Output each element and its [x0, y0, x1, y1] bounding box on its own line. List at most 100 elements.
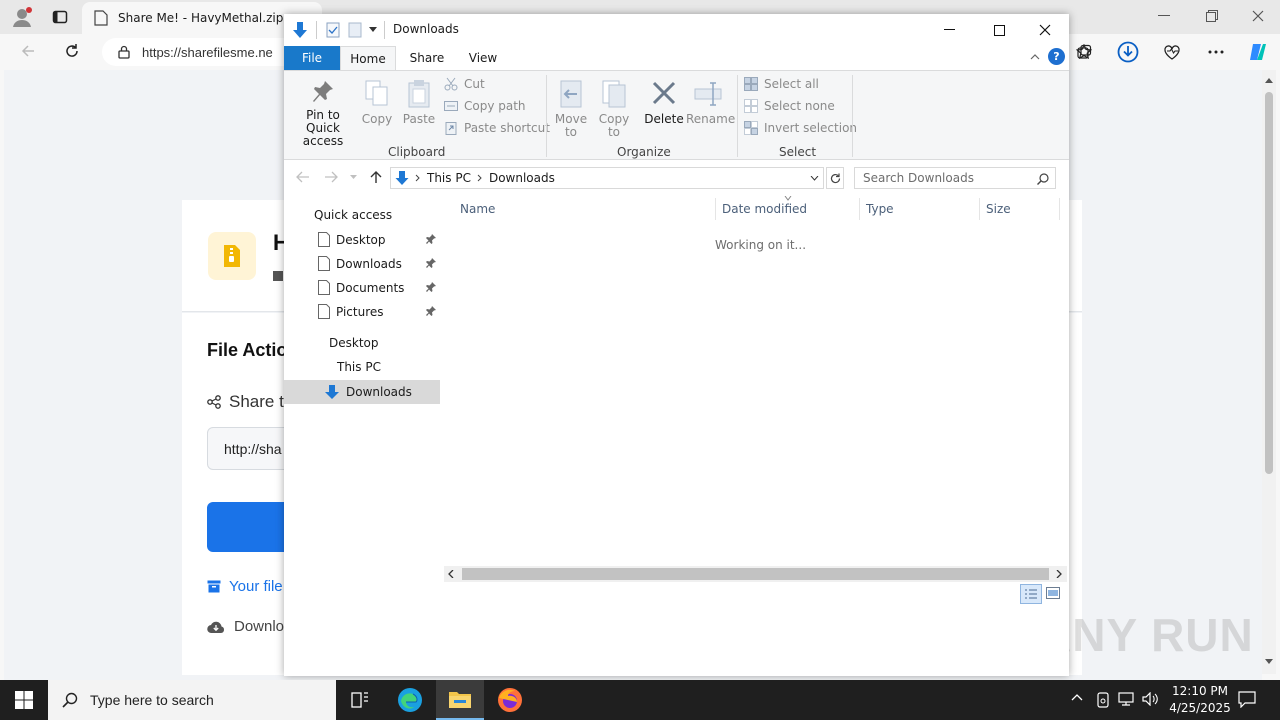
- paste-button[interactable]: Paste: [400, 79, 438, 126]
- copilot-icon[interactable]: [1244, 38, 1272, 66]
- browser-restore-icon[interactable]: [1200, 8, 1224, 24]
- hscroll-right-icon[interactable]: [1056, 570, 1062, 578]
- refresh-path-icon[interactable]: [826, 167, 844, 189]
- task-view-button[interactable]: [336, 680, 384, 720]
- explorer-title-bar: Downloads: [284, 14, 1069, 46]
- file-actions-heading: File Actio: [207, 340, 288, 360]
- browser-minimize-icon[interactable]: [1152, 8, 1176, 24]
- search-icon: [62, 692, 78, 708]
- column-size[interactable]: Size: [986, 202, 1011, 216]
- more-menu-icon[interactable]: [1202, 38, 1230, 66]
- start-button[interactable]: [0, 680, 48, 720]
- search-downloads-input[interactable]: Search Downloads: [854, 167, 1056, 189]
- explorer-minimize-icon[interactable]: [934, 22, 964, 38]
- path-dropdown-icon[interactable]: [810, 176, 819, 181]
- nav-forward-icon[interactable]: [324, 171, 338, 183]
- copy-files-icon: [365, 80, 388, 106]
- nav-this-pc[interactable]: This PC: [337, 360, 381, 374]
- pin-quick-access-button[interactable]: Pin to Quick access: [290, 79, 356, 148]
- explorer-title: Downloads: [393, 22, 459, 36]
- explorer-close-icon[interactable]: [1030, 22, 1060, 38]
- large-icons-view-icon[interactable]: [1046, 587, 1060, 599]
- nav-desktop[interactable]: Desktop: [318, 232, 442, 247]
- select-none-button[interactable]: Select none: [744, 99, 835, 113]
- scroll-up-icon[interactable]: [1264, 76, 1274, 84]
- pinned-icon: [426, 306, 436, 316]
- details-view-icon[interactable]: [1020, 584, 1042, 604]
- page-scrollbar-thumb[interactable]: [1265, 92, 1273, 474]
- nav-documents[interactable]: Documents: [318, 280, 442, 295]
- network-icon[interactable]: [1118, 692, 1134, 706]
- nav-desktop-root[interactable]: Desktop: [329, 336, 379, 350]
- select-all-button[interactable]: Select all: [744, 77, 819, 91]
- hscroll-left-icon[interactable]: [448, 570, 454, 578]
- browser-essentials-icon[interactable]: [1158, 38, 1186, 66]
- tray-overflow-icon[interactable]: [1071, 693, 1083, 701]
- invert-selection-icon: [744, 121, 758, 135]
- tab-share[interactable]: Share: [400, 46, 454, 70]
- notifications-icon[interactable]: [1238, 690, 1256, 708]
- nav-back-icon[interactable]: [296, 171, 310, 183]
- cut-label: Cut: [464, 77, 485, 91]
- tab-file[interactable]: File: [284, 46, 340, 70]
- tab-view[interactable]: View: [456, 46, 510, 70]
- share-label-text: Share t: [229, 392, 284, 411]
- horizontal-scrollbar-thumb[interactable]: [462, 568, 1049, 580]
- firefox-taskbar-button[interactable]: [486, 680, 534, 720]
- nav-documents-label: Documents: [336, 280, 405, 295]
- delete-button[interactable]: Delete: [644, 79, 684, 126]
- search-placeholder: Search Downloads: [863, 171, 974, 185]
- nav-quick-access[interactable]: Quick access: [314, 208, 392, 222]
- tab-actions-icon[interactable]: [46, 3, 74, 31]
- rename-button[interactable]: Rename: [686, 79, 735, 126]
- column-name[interactable]: Name: [460, 202, 495, 216]
- path-downloads-icon: [395, 171, 409, 185]
- scroll-down-icon[interactable]: [1264, 658, 1274, 666]
- browser-close-icon[interactable]: [1246, 8, 1270, 24]
- refresh-icon[interactable]: [58, 37, 86, 65]
- your-file-link[interactable]: Your file: [207, 578, 283, 595]
- system-clock[interactable]: 12:10 PM 4/25/2025: [1160, 683, 1240, 717]
- select-none-icon: [744, 99, 758, 113]
- help-icon[interactable]: ?: [1048, 48, 1065, 65]
- file-explorer-taskbar-button[interactable]: [436, 680, 484, 720]
- device-tray-icon[interactable]: [1096, 692, 1110, 708]
- invert-selection-button[interactable]: Invert selection: [744, 121, 857, 135]
- collections-icon[interactable]: [1070, 38, 1098, 66]
- volume-icon[interactable]: [1142, 692, 1158, 706]
- path-this-pc[interactable]: This PC: [427, 171, 471, 185]
- tab-home[interactable]: Home: [340, 46, 396, 70]
- nav-this-pc-label: This PC: [337, 360, 381, 374]
- column-date-modified[interactable]: Date modified: [722, 202, 807, 216]
- taskbar-search[interactable]: Type here to search: [48, 680, 336, 720]
- move-to-button[interactable]: Move to: [552, 79, 590, 139]
- ribbon-separator-2: [737, 75, 738, 157]
- downloads-icon[interactable]: [1114, 38, 1142, 66]
- explorer-maximize-icon[interactable]: [984, 22, 1014, 38]
- edge-taskbar-button[interactable]: [386, 680, 434, 720]
- paste-shortcut-button[interactable]: Paste shortcut: [444, 121, 550, 135]
- file-list-area: Name Date modified Type Size Working on …: [444, 196, 1069, 568]
- ribbon-collapse-icon[interactable]: [1030, 54, 1040, 60]
- nav-up-icon[interactable]: [370, 170, 382, 184]
- new-folder-qat-icon[interactable]: [348, 22, 362, 38]
- back-icon[interactable]: [14, 37, 42, 65]
- nav-downloads[interactable]: Downloads: [318, 256, 442, 271]
- cut-button[interactable]: Cut: [444, 77, 485, 91]
- properties-qat-icon[interactable]: [326, 22, 340, 38]
- path-downloads[interactable]: Downloads: [489, 171, 555, 185]
- recent-locations-icon[interactable]: [350, 175, 357, 179]
- taskbar: Type here to search 12:10 PM 4/25/2025: [0, 680, 1280, 720]
- downloads-arrow-icon: [325, 385, 339, 399]
- qat-dropdown-icon[interactable]: [369, 27, 377, 33]
- search-icon: [1037, 173, 1049, 185]
- column-type[interactable]: Type: [866, 202, 894, 216]
- copy-path-button[interactable]: Copy path: [444, 99, 526, 113]
- nav-pictures[interactable]: Pictures: [318, 304, 442, 319]
- nav-downloads-selected[interactable]: Downloads: [324, 384, 412, 400]
- address-path[interactable]: This PC Downloads: [390, 167, 824, 189]
- profile-icon[interactable]: [8, 3, 36, 31]
- copy-to-button[interactable]: Copy to: [594, 79, 634, 139]
- copy-button[interactable]: Copy: [360, 79, 394, 126]
- anyrun-watermark: ANY RUN: [1038, 609, 1254, 661]
